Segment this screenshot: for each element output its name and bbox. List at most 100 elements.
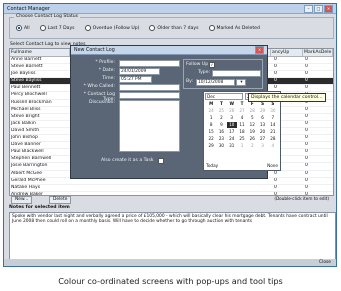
calendar-day[interactable]: 30 (216, 143, 226, 149)
calendar-weekday: M (209, 101, 214, 106)
radio-button-icon[interactable] (39, 25, 46, 31)
row-fullname: Stephen Barnwell (11, 156, 52, 162)
calendar-day[interactable]: 29 (257, 108, 267, 114)
date-field[interactable]: 24/01/2009 (119, 68, 160, 75)
calendar-day[interactable]: 22 (206, 136, 216, 142)
close-icon[interactable]: × (324, 4, 333, 13)
column-header-fullname[interactable]: Fullname (10, 49, 70, 56)
calendar-dropdown-icon[interactable]: ▾ (236, 79, 246, 86)
calendar-day[interactable]: 27 (237, 108, 247, 114)
close-button[interactable]: Close (319, 260, 331, 265)
calendar-day[interactable]: 6 (257, 115, 267, 121)
calendar-day[interactable]: 9 (216, 122, 226, 128)
calendar-day[interactable]: 7 (268, 115, 278, 121)
calendar-day[interactable]: 25 (237, 136, 247, 142)
calendar-tooltip: Displays the calendar control... (248, 93, 326, 102)
calendar-day[interactable]: 4 (268, 143, 278, 149)
who-called-label: * Who Called: (83, 84, 115, 89)
follow-up-by-label: By: (186, 79, 194, 84)
calendar-day[interactable]: 27 (257, 136, 267, 142)
status-radio-2[interactable]: Overdue (Follow Up) (84, 25, 139, 31)
calendar-day[interactable]: 17 (227, 129, 237, 135)
calendar-day[interactable]: 5 (247, 115, 257, 121)
radio-button-icon[interactable] (208, 25, 215, 31)
calendar-day[interactable]: 19 (247, 129, 257, 135)
who-called-field[interactable] (119, 84, 180, 91)
calendar-day[interactable]: 10 (226, 122, 237, 128)
calendar-day[interactable]: 3 (257, 143, 267, 149)
calendar-day[interactable]: 4 (237, 115, 247, 121)
calendar-day[interactable]: 26 (247, 136, 257, 142)
calendar-popup: Dec 2008 MTWTFSS242526272829301234567891… (203, 91, 281, 171)
status-radio-1[interactable]: Last 7 Days (39, 25, 75, 31)
discussion-textarea[interactable] (119, 100, 180, 152)
create-task-checkbox[interactable] (158, 158, 164, 164)
row-followup: 0 (274, 170, 277, 176)
time-field[interactable]: 05:27 PM (119, 76, 152, 83)
calendar-day[interactable]: 29 (206, 143, 216, 149)
calendar-day[interactable]: 18 (237, 129, 247, 135)
calendar-day[interactable]: 12 (247, 122, 257, 128)
row-markdeleted: 0 (305, 57, 308, 62)
calendar-day[interactable]: 28 (268, 136, 278, 142)
calendar-day[interactable]: 14 (268, 122, 278, 128)
row-markdeleted: 0 (305, 127, 308, 133)
table-row[interactable]: Natalie Hays 0 0 (10, 185, 333, 192)
calendar-day[interactable]: 24 (206, 108, 216, 114)
radio-button-icon[interactable] (84, 25, 91, 31)
dialog-title-bar: New Contact Log × (71, 46, 267, 55)
row-markdeleted: 0 (305, 184, 308, 190)
calendar-day[interactable]: 3 (227, 115, 237, 121)
calendar-weekday: T (220, 101, 223, 106)
dialog-close-icon[interactable]: × (255, 46, 264, 54)
radio-button-icon[interactable] (149, 25, 156, 31)
row-fullname: John Bishop (11, 135, 38, 141)
column-header-markdeleted[interactable]: MarkAsDele (303, 49, 333, 56)
status-radio-4[interactable]: Marked As Deleted (208, 25, 260, 31)
calendar-day[interactable]: 16 (216, 129, 226, 135)
row-fullname: Natalie Hays (11, 184, 41, 190)
calendar-day[interactable]: 28 (247, 108, 257, 114)
calendar-day[interactable]: 1 (206, 115, 216, 121)
minimize-icon[interactable]: – (304, 4, 313, 13)
calendar-day[interactable]: 11 (237, 122, 247, 128)
follow-up-checkbox[interactable]: ✓ (209, 62, 215, 68)
follow-up-by-field[interactable]: 10/12/2008 (196, 79, 235, 86)
calendar-day[interactable]: 26 (227, 108, 237, 114)
status-radio-3[interactable]: Older than 7 days (149, 25, 199, 31)
calendar-month-select[interactable]: Dec (205, 93, 243, 100)
calendar-footer: Today None (206, 163, 278, 169)
row-fullname: Steve Bright (11, 113, 40, 119)
calendar-day[interactable]: 24 (227, 136, 237, 142)
calendar-day[interactable]: 8 (206, 122, 216, 128)
radio-button-icon[interactable] (16, 25, 22, 31)
calendar-none-button[interactable]: None (267, 163, 278, 169)
status-radio-0[interactable]: All (16, 25, 30, 31)
calendar-day[interactable]: 13 (257, 122, 267, 128)
maximize-icon[interactable]: □ (314, 4, 323, 13)
contact-log-type-select[interactable] (119, 92, 180, 99)
dialog-title: New Contact Log (74, 47, 115, 53)
calendar-day[interactable]: 15 (206, 129, 216, 135)
calendar-day[interactable]: 23 (216, 136, 226, 142)
calendar-day[interactable]: 2 (247, 143, 257, 149)
status-radio-label: Older than 7 days (157, 25, 199, 31)
calendar-day[interactable]: 21 (268, 129, 278, 135)
calendar-day[interactable]: 1 (237, 143, 247, 149)
row-fullname: Michael Bliss (11, 106, 41, 112)
calendar-today-button[interactable]: Today (206, 163, 218, 169)
calendar-day[interactable]: 2 (216, 115, 226, 121)
follow-up-type-select[interactable] (212, 70, 261, 77)
row-markdeleted: 0 (305, 113, 308, 119)
column-header-followup[interactable]: ancyUp (271, 49, 303, 56)
profile-field[interactable] (119, 60, 180, 67)
calendar-day[interactable]: 25 (216, 108, 226, 114)
notes-textbox[interactable]: Spoke with vendor last night and verball… (9, 212, 336, 262)
delete-button[interactable]: Delete (49, 196, 72, 204)
calendar-day[interactable]: 31 (227, 143, 237, 149)
calendar-day[interactable]: 30 (268, 108, 278, 114)
status-group-legend: Choose Contact Log Status (14, 14, 81, 19)
calendar-day[interactable]: 20 (257, 129, 267, 135)
status-radio-label: Marked As Deleted (216, 25, 260, 31)
new-button[interactable]: New... (11, 196, 33, 204)
